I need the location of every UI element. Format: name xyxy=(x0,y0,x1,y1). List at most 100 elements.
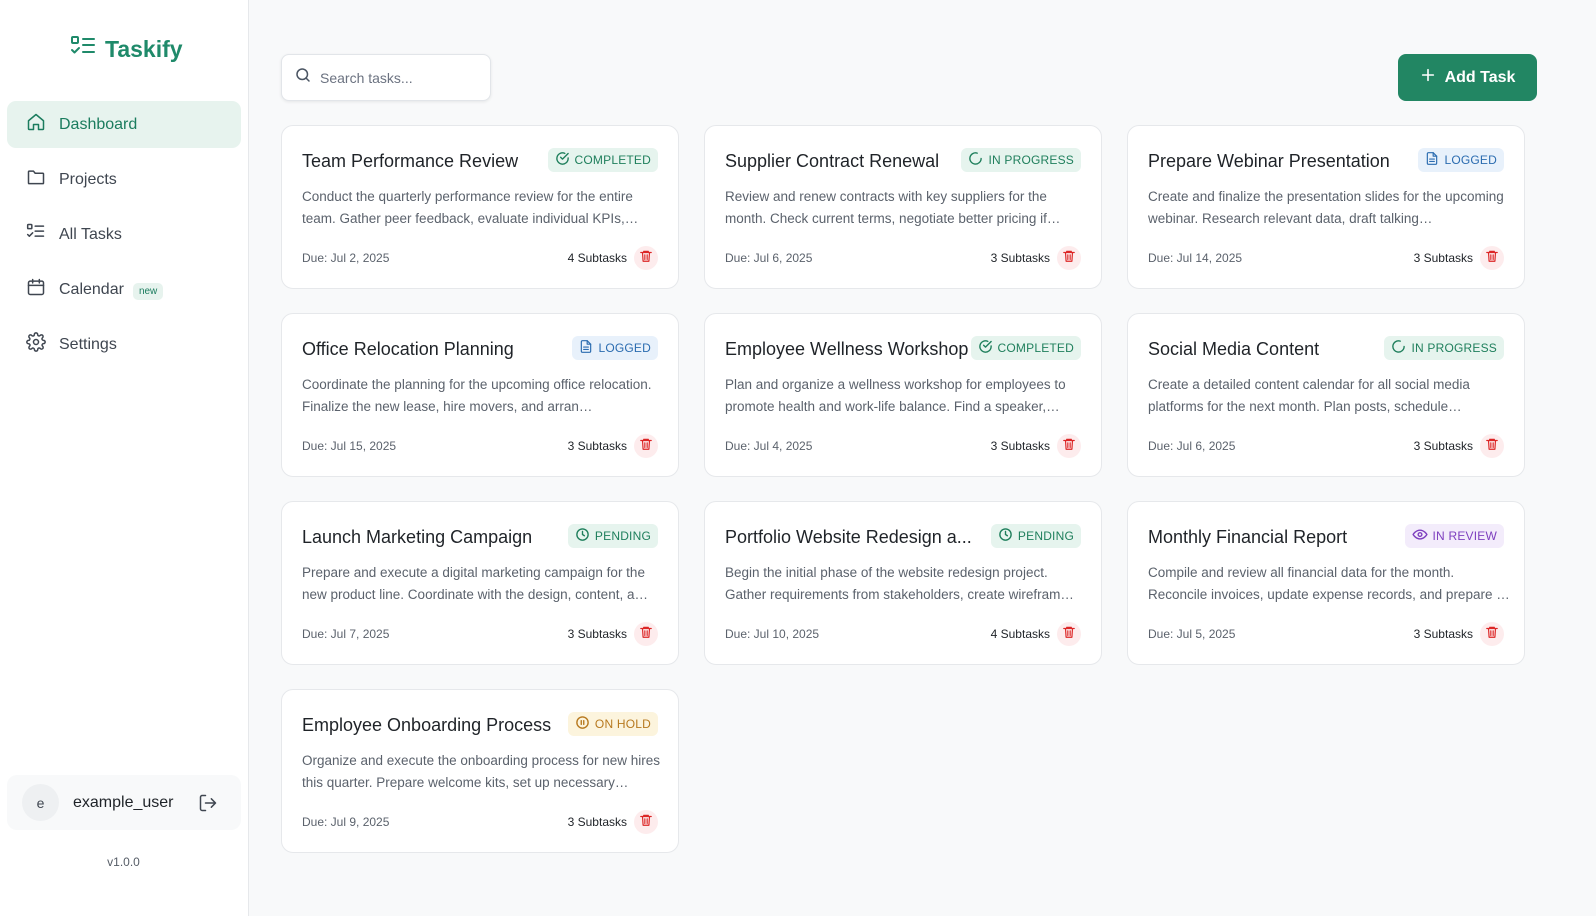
subtask-count: 3 Subtasks xyxy=(1413,251,1473,265)
add-task-label: Add Task xyxy=(1444,68,1516,86)
sidebar-item-dashboard[interactable]: Dashboard xyxy=(7,101,241,148)
avatar[interactable]: e xyxy=(22,784,59,821)
subtask-count: 3 Subtasks xyxy=(567,627,627,641)
delete-button[interactable] xyxy=(634,622,658,646)
subtask-count: 3 Subtasks xyxy=(990,251,1050,265)
task-title: Launch Marketing Campaign xyxy=(302,527,533,547)
task-grid: Team Performance Review COMPLETED Conduc… xyxy=(281,125,1525,853)
home-icon xyxy=(26,112,46,137)
task-title: Employee Wellness Workshop xyxy=(725,339,969,359)
clock-icon xyxy=(998,527,1013,545)
delete-button[interactable] xyxy=(1480,622,1504,646)
sidebar-item-all-tasks[interactable]: All Tasks xyxy=(7,211,241,258)
delete-button[interactable] xyxy=(1480,246,1504,270)
logout-icon[interactable] xyxy=(198,793,218,818)
status-badge: LOGGED xyxy=(572,336,658,360)
subtask-count: 4 Subtasks xyxy=(990,627,1050,641)
trash-icon xyxy=(639,249,653,268)
sidebar-item-label: Projects xyxy=(59,170,117,188)
delete-button[interactable] xyxy=(634,434,658,458)
sidebar-item-label: All Tasks xyxy=(59,225,122,243)
delete-button[interactable] xyxy=(1057,434,1081,458)
search-input[interactable] xyxy=(320,69,470,86)
document-icon xyxy=(579,339,593,357)
status-badge: IN PROGRESS xyxy=(1384,336,1504,360)
sidebar-item-calendar[interactable]: Calendar new xyxy=(7,266,241,313)
trash-icon xyxy=(1485,625,1499,644)
status-badge: COMPLETED xyxy=(970,336,1081,360)
status-badge: PENDING xyxy=(990,524,1081,548)
status-label: LOGGED xyxy=(1444,153,1497,167)
task-card[interactable]: Supplier Contract Renewal IN PROGRESS Re… xyxy=(704,125,1102,289)
user-profile: e example_user xyxy=(7,775,241,830)
task-card[interactable]: Portfolio Website Redesign a... PENDING … xyxy=(704,501,1102,665)
status-badge: PENDING xyxy=(567,524,658,548)
delete-button[interactable] xyxy=(1480,434,1504,458)
sidebar-item-label: Dashboard xyxy=(59,115,138,133)
trash-icon xyxy=(1485,437,1499,456)
task-description: Begin the initial phase of the website r… xyxy=(725,565,1074,602)
document-icon xyxy=(1425,151,1439,169)
task-card[interactable]: Prepare Webinar Presentation LOGGED Crea… xyxy=(1127,125,1525,289)
status-label: PENDING xyxy=(1017,529,1074,543)
due-date: Due: Jul 10, 2025 xyxy=(725,627,820,641)
task-description: Coordinate the planning for the upcoming… xyxy=(302,377,652,414)
username: example_user xyxy=(73,793,174,811)
gear-icon xyxy=(26,332,46,357)
due-date: Due: Jul 6, 2025 xyxy=(1148,439,1236,453)
sidebar-item-settings[interactable]: Settings xyxy=(7,321,241,368)
task-title: Portfolio Website Redesign a... xyxy=(725,527,972,547)
status-label: LOGGED xyxy=(598,341,651,355)
status-label: IN PROGRESS xyxy=(1411,341,1497,355)
trash-icon xyxy=(1062,625,1076,644)
folder-icon xyxy=(26,167,46,192)
check-circle-icon xyxy=(978,339,993,357)
task-description: Organize and execute the onboarding proc… xyxy=(302,753,660,790)
sidebar-item-projects[interactable]: Projects xyxy=(7,156,241,203)
subtask-count: 4 Subtasks xyxy=(567,251,627,265)
task-card[interactable]: Employee Onboarding Process ON HOLD Orga… xyxy=(281,689,679,853)
status-label: COMPLETED xyxy=(997,341,1074,355)
check-circle-icon xyxy=(555,151,570,169)
app-version: v1.0.0 xyxy=(107,855,140,869)
task-title: Monthly Financial Report xyxy=(1148,527,1348,547)
task-title: Supplier Contract Renewal xyxy=(725,151,940,171)
trash-icon xyxy=(1062,437,1076,456)
status-badge: ON HOLD xyxy=(567,712,658,736)
eye-icon xyxy=(1411,527,1428,545)
due-date: Due: Jul 15, 2025 xyxy=(302,439,397,453)
task-card[interactable]: Office Relocation Planning LOGGED Coordi… xyxy=(281,313,679,477)
status-label: ON HOLD xyxy=(594,717,651,731)
app-logo[interactable]: Taskify xyxy=(70,34,183,64)
trash-icon xyxy=(639,625,653,644)
search-icon xyxy=(294,66,312,89)
subtask-count: 3 Subtasks xyxy=(567,815,627,829)
task-card[interactable]: Social Media Content IN PROGRESS Create … xyxy=(1127,313,1525,477)
search-box xyxy=(281,54,491,101)
delete-button[interactable] xyxy=(1057,246,1081,270)
task-list-icon xyxy=(26,222,46,247)
add-task-button[interactable]: Add Task xyxy=(1398,54,1537,101)
status-badge: COMPLETED xyxy=(547,148,658,172)
subtask-count: 3 Subtasks xyxy=(1413,439,1473,453)
task-card[interactable]: Team Performance Review COMPLETED Conduc… xyxy=(281,125,679,289)
trash-icon xyxy=(1485,249,1499,268)
due-date: Due: Jul 9, 2025 xyxy=(302,815,390,829)
task-card[interactable]: Employee Wellness Workshop COMPLETED Pla… xyxy=(704,313,1102,477)
subtask-count: 3 Subtasks xyxy=(1413,627,1473,641)
status-label: PENDING xyxy=(594,529,651,543)
delete-button[interactable] xyxy=(1057,622,1081,646)
spinner-icon xyxy=(968,151,983,169)
task-list-icon xyxy=(70,34,96,64)
task-description: Prepare and execute a digital marketing … xyxy=(302,565,648,602)
task-title: Social Media Content xyxy=(1148,339,1320,359)
task-description: Plan and organize a wellness workshop fo… xyxy=(725,377,1066,414)
delete-button[interactable] xyxy=(634,246,658,270)
task-card[interactable]: Monthly Financial Report IN REVIEW Compi… xyxy=(1127,501,1525,665)
delete-button[interactable] xyxy=(634,810,658,834)
pause-circle-icon xyxy=(575,715,590,733)
task-description: Create and finalize the presentation sli… xyxy=(1148,189,1504,226)
due-date: Due: Jul 6, 2025 xyxy=(725,251,813,265)
task-card[interactable]: Launch Marketing Campaign PENDING Prepar… xyxy=(281,501,679,665)
plus-icon xyxy=(1420,67,1436,88)
